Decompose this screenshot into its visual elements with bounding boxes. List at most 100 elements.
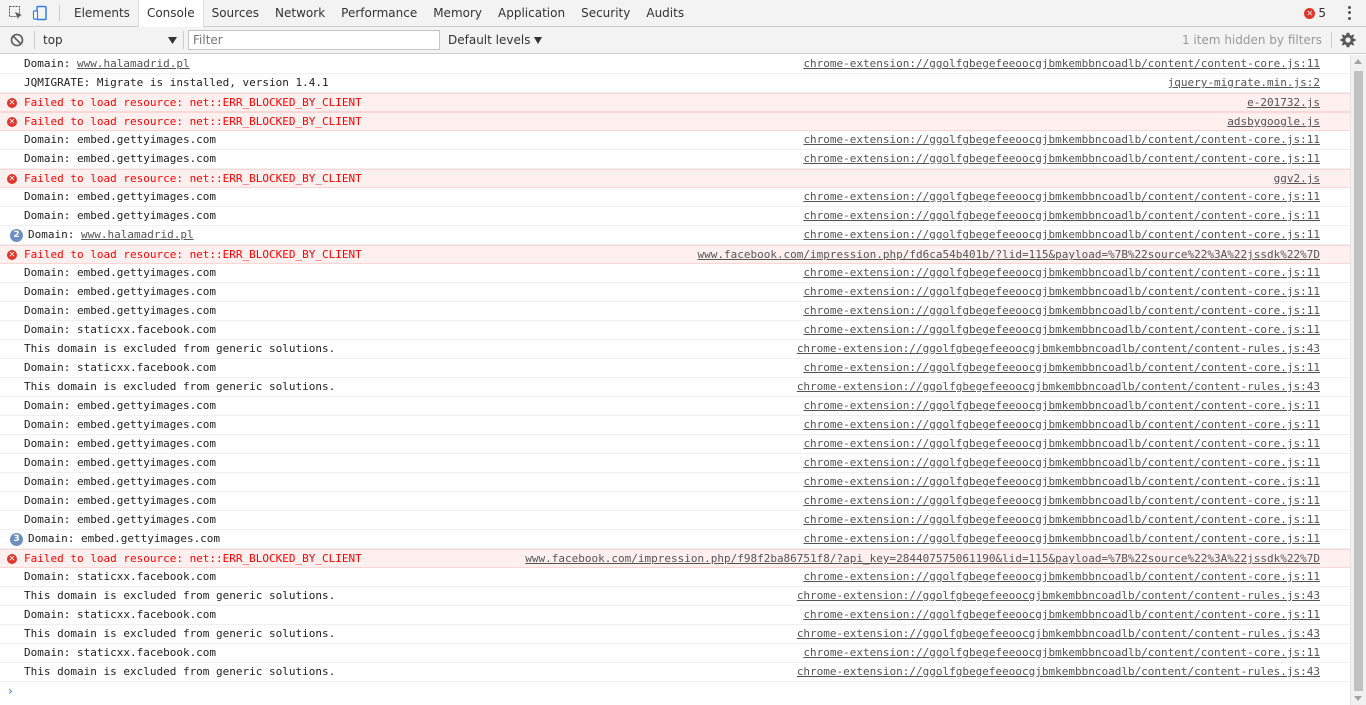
tab-memory[interactable]: Memory <box>425 0 490 27</box>
toolbar-divider <box>59 5 60 21</box>
message-content: Domain: embed.gettyimages.com <box>24 133 217 146</box>
source-link[interactable]: www.facebook.com/impression.php/fd6ca54b… <box>697 246 1320 264</box>
message-content: Domain: <box>24 57 77 70</box>
source-link[interactable]: chrome-extension://ggolfgbegefeeoocgjbmk… <box>797 378 1320 396</box>
gear-icon[interactable] <box>1338 30 1358 50</box>
source-link[interactable]: jquery-migrate.min.js:2 <box>1168 74 1320 92</box>
source-link[interactable]: chrome-extension://ggolfgbegefeeoocgjbmk… <box>803 606 1320 624</box>
tab-network[interactable]: Network <box>267 0 333 27</box>
more-options-icon[interactable] <box>1344 5 1354 21</box>
message-text: Domain: embed.gettyimages.com <box>24 397 216 415</box>
console-log-row: Domain: staticxx.facebook.com chrome-exte… <box>0 568 1350 587</box>
console-error-row: ✕ Failed to load resource: net::ERR_BLOCK… <box>0 245 1350 264</box>
source-link[interactable]: e-201732.js <box>1247 94 1320 112</box>
source-link[interactable]: chrome-extension://ggolfgbegefeeoocgjbmk… <box>803 321 1320 339</box>
message-text: This domain is excluded from generic sol… <box>24 663 335 681</box>
dropdown-arrow-icon <box>534 33 543 47</box>
source-link[interactable]: chrome-extension://ggolfgbegefeeoocgjbmk… <box>803 55 1320 73</box>
source-link[interactable]: chrome-extension://ggolfgbegefeeoocgjbmk… <box>797 340 1320 358</box>
source-link[interactable]: chrome-extension://ggolfgbegefeeoocgjbmk… <box>803 454 1320 472</box>
source-link[interactable]: chrome-extension://ggolfgbegefeeoocgjbmk… <box>797 663 1320 681</box>
inspect-element-icon[interactable] <box>5 2 27 24</box>
filter-input[interactable] <box>188 30 440 50</box>
tab-performance[interactable]: Performance <box>333 0 425 27</box>
source-link[interactable]: chrome-extension://ggolfgbegefeeoocgjbmk… <box>803 435 1320 453</box>
message-content: Failed to load resource: net::ERR_BLOCKE… <box>24 248 362 261</box>
tab-elements[interactable]: Elements <box>66 0 138 27</box>
repeat-count-badge: 2 <box>10 229 23 242</box>
source-link[interactable]: chrome-extension://ggolfgbegefeeoocgjbmk… <box>803 283 1320 301</box>
tab-audits[interactable]: Audits <box>638 0 692 27</box>
message-text: Failed to load resource: net::ERR_BLOCKE… <box>24 113 362 131</box>
source-link[interactable]: chrome-extension://ggolfgbegefeeoocgjbmk… <box>803 644 1320 662</box>
source-link[interactable]: chrome-extension://ggolfgbegefeeoocgjbmk… <box>803 207 1320 225</box>
tab-security[interactable]: Security <box>573 0 638 27</box>
source-link[interactable]: chrome-extension://ggolfgbegefeeoocgjbmk… <box>803 568 1320 586</box>
context-selector[interactable]: top <box>39 30 181 50</box>
source-link[interactable]: chrome-extension://ggolfgbegefeeoocgjbmk… <box>803 416 1320 434</box>
message-text: Domain: staticxx.facebook.com <box>24 359 216 377</box>
scrollbar[interactable] <box>1350 55 1366 705</box>
message-text: Failed to load resource: net::ERR_BLOCKE… <box>24 94 362 112</box>
message-link[interactable]: www.halamadrid.pl <box>81 228 194 241</box>
tab-console[interactable]: Console <box>137 0 204 28</box>
message-content: Domain: embed.gettyimages.com <box>24 266 217 279</box>
tab-application[interactable]: Application <box>490 0 573 27</box>
device-toolbar-icon[interactable] <box>29 2 51 24</box>
source-link[interactable]: chrome-extension://ggolfgbegefeeoocgjbmk… <box>803 492 1320 510</box>
message-text: Domain: embed.gettyimages.com <box>24 131 216 149</box>
console-error-row: ✕ Failed to load resource: net::ERR_BLOCK… <box>0 93 1350 112</box>
message-content: Domain: embed.gettyimages.com <box>24 285 217 298</box>
console-toolbar: top Default levels 1 item hidden by filt… <box>0 27 1366 54</box>
source-link[interactable]: chrome-extension://ggolfgbegefeeoocgjbmk… <box>803 397 1320 415</box>
tab-sources[interactable]: Sources <box>204 0 267 27</box>
console-log-row: Domain: embed.gettyimages.com chrome-exte… <box>0 492 1350 511</box>
scroll-up-arrow[interactable] <box>1354 59 1362 64</box>
console-log-row: Domain: embed.gettyimages.com chrome-exte… <box>0 511 1350 530</box>
prompt-chevron-icon: › <box>8 684 13 698</box>
source-link[interactable]: chrome-extension://ggolfgbegefeeoocgjbmk… <box>797 587 1320 605</box>
source-link[interactable]: chrome-extension://ggolfgbegefeeoocgjbmk… <box>803 188 1320 206</box>
console-log-row: Domain: embed.gettyimages.com chrome-exte… <box>0 473 1350 492</box>
log-levels-label: Default levels <box>448 33 531 47</box>
error-icon: ✕ <box>7 250 17 260</box>
scrollbar-thumb[interactable] <box>1354 71 1363 691</box>
source-link[interactable]: chrome-extension://ggolfgbegefeeoocgjbmk… <box>803 530 1320 548</box>
message-content: Domain: embed.gettyimages.com <box>28 532 221 545</box>
console-log-row: Domain: embed.gettyimages.com chrome-exte… <box>0 397 1350 416</box>
console-error-row: ✕ Failed to load resource: net::ERR_BLOCK… <box>0 112 1350 131</box>
source-link[interactable]: chrome-extension://ggolfgbegefeeoocgjbmk… <box>803 131 1320 149</box>
error-count-label: 5 <box>1318 6 1326 20</box>
source-link[interactable]: chrome-extension://ggolfgbegefeeoocgjbmk… <box>797 625 1320 643</box>
toolbar-divider <box>183 31 184 49</box>
source-link[interactable]: www.facebook.com/impression.php/f98f2ba8… <box>525 550 1320 568</box>
console-log-row: 2 Domain: www.halamadrid.pl chrome-extensi… <box>0 226 1350 245</box>
error-icon: ✕ <box>7 174 17 184</box>
source-link[interactable]: chrome-extension://ggolfgbegefeeoocgjbmk… <box>803 511 1320 529</box>
source-link[interactable]: adsbygoogle.js <box>1227 113 1320 131</box>
source-link[interactable]: chrome-extension://ggolfgbegefeeoocgjbmk… <box>803 302 1320 320</box>
source-link[interactable]: chrome-extension://ggolfgbegefeeoocgjbmk… <box>803 473 1320 491</box>
console-log-row: This domain is excluded from generic sol… <box>0 378 1350 397</box>
source-link[interactable]: chrome-extension://ggolfgbegefeeoocgjbmk… <box>803 226 1320 244</box>
console-log-row: This domain is excluded from generic sol… <box>0 340 1350 359</box>
source-link[interactable]: chrome-extension://ggolfgbegefeeoocgjbmk… <box>803 359 1320 377</box>
source-link[interactable]: ggv2.js <box>1274 170 1320 188</box>
scroll-down-arrow[interactable] <box>1354 696 1362 701</box>
hidden-items-info: 1 item hidden by filters <box>1181 33 1322 47</box>
message-content: Domain: staticxx.facebook.com <box>24 646 217 659</box>
repeat-count-badge: 3 <box>10 533 23 546</box>
dropdown-arrow-icon <box>168 33 177 47</box>
toolbar-divider <box>34 31 35 49</box>
source-link[interactable]: chrome-extension://ggolfgbegefeeoocgjbmk… <box>803 264 1320 282</box>
error-icon: ✕ <box>7 554 17 564</box>
source-link[interactable]: chrome-extension://ggolfgbegefeeoocgjbmk… <box>803 150 1320 168</box>
console-log-row: Domain: embed.gettyimages.com chrome-exte… <box>0 454 1350 473</box>
console-prompt[interactable]: › <box>0 682 1350 700</box>
error-counter[interactable]: ✕ 5 <box>1304 6 1326 20</box>
toolbar-divider <box>1331 32 1332 48</box>
message-link[interactable]: www.halamadrid.pl <box>77 57 190 70</box>
log-levels-dropdown[interactable]: Default levels <box>448 33 543 47</box>
message-text: Domain: embed.gettyimages.com <box>24 416 216 434</box>
clear-console-icon[interactable] <box>6 29 28 51</box>
